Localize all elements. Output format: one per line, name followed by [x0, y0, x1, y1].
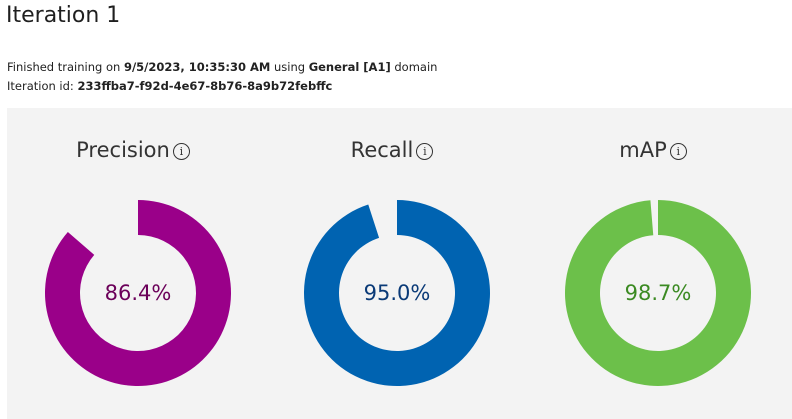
iteration-id-label: Iteration id:	[7, 79, 78, 93]
precision-value: 86.4%	[104, 281, 172, 305]
map-label-row: mAP i	[523, 138, 783, 162]
map-metric: mAP i 98.7%	[523, 108, 783, 419]
info-icon[interactable]: i	[172, 143, 190, 160]
info-icon[interactable]: i	[669, 143, 687, 160]
iteration-id-line: Iteration id: 233ffba7-f92d-4e67-8b76-8a…	[7, 79, 332, 93]
recall-value: 95.0%	[363, 281, 431, 305]
training-timestamp: 9/5/2023, 10:35:30 AM	[123, 60, 271, 74]
precision-metric: Precision i 86.4%	[3, 108, 263, 419]
page-title: Iteration 1	[6, 3, 121, 28]
info-icon[interactable]: i	[416, 143, 434, 160]
training-prefix: Finished training on	[7, 60, 124, 74]
recall-label-row: Recall i	[262, 138, 522, 162]
training-domain: General [A1]	[308, 60, 391, 74]
recall-metric: Recall i 95.0%	[262, 108, 522, 419]
training-suffix: domain	[390, 60, 438, 74]
recall-label: Recall	[350, 138, 414, 162]
precision-label: Precision	[76, 138, 170, 162]
precision-label-row: Precision i	[3, 138, 263, 162]
training-middle: using	[270, 60, 309, 74]
metrics-panel: Precision i 86.4% Recall i 95.0% mAP i 98.7…	[7, 108, 792, 419]
map-value: 98.7%	[624, 281, 692, 305]
map-label: mAP	[619, 138, 667, 162]
iteration-id-value: 233ffba7-f92d-4e67-8b76-8a9b72febffc	[77, 79, 333, 93]
training-info: Finished training on 9/5/2023, 10:35:30 …	[7, 60, 437, 74]
